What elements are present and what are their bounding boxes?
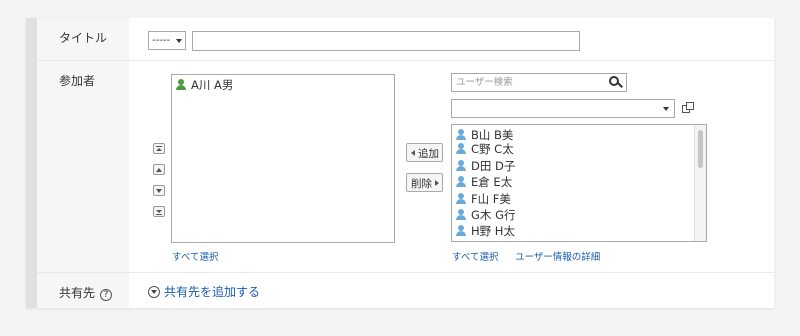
title-prefix-select[interactable]: ----- bbox=[148, 31, 186, 50]
attendees-row: 参加者 A川 A男 追加 削除 B山 B美 C野 C太 D田 D子 bbox=[37, 61, 774, 273]
move-bottom-button[interactable] bbox=[153, 206, 165, 217]
candidate-name: B山 B美 bbox=[471, 128, 514, 142]
caret-down-icon bbox=[663, 107, 669, 111]
arrow-right-icon bbox=[435, 180, 439, 186]
add-button-label: 追加 bbox=[418, 148, 439, 160]
add-share-link[interactable]: 共有先を追加する bbox=[148, 283, 260, 300]
candidate-name: H野 H太 bbox=[471, 224, 515, 239]
group-select[interactable] bbox=[451, 99, 675, 118]
attendees-label: 参加者 bbox=[37, 61, 129, 272]
candidate-users-list[interactable]: B山 B美 C野 C太 D田 D子 E倉 E太 F山 F美 G木 G行 H野 H… bbox=[451, 124, 707, 242]
attendee-name: A川 A男 bbox=[191, 78, 234, 92]
move-top-icon bbox=[156, 145, 162, 151]
scrollbar-thumb[interactable] bbox=[698, 130, 703, 168]
move-up-icon bbox=[156, 167, 162, 172]
search-icon[interactable] bbox=[609, 76, 621, 89]
move-up-button[interactable] bbox=[153, 164, 165, 175]
candidate-name: D田 D子 bbox=[471, 158, 516, 173]
list-item[interactable]: C野 C太 bbox=[452, 141, 706, 157]
share-row: 共有先? 共有先を追加する bbox=[37, 273, 774, 308]
list-item[interactable]: G木 G行 bbox=[452, 207, 706, 223]
user-search-field[interactable] bbox=[451, 73, 627, 92]
candidate-name: E倉 E太 bbox=[471, 175, 513, 190]
candidate-list-scrollbar[interactable] bbox=[694, 125, 706, 241]
circle-chevron-down-icon bbox=[148, 286, 160, 298]
popup-window-icon[interactable] bbox=[682, 102, 694, 114]
title-row: タイトル ----- bbox=[37, 18, 774, 61]
candidate-name: C野 C太 bbox=[471, 142, 514, 157]
list-item[interactable]: B山 B美 bbox=[452, 125, 706, 142]
user-icon bbox=[456, 208, 466, 220]
list-item[interactable]: E倉 E太 bbox=[452, 174, 706, 190]
list-item[interactable]: H野 H太 bbox=[452, 223, 706, 239]
caret-down-icon bbox=[176, 39, 182, 43]
schedule-form: タイトル ----- 参加者 A川 A男 追加 削除 ユーザー検索 B山 B美 … bbox=[26, 18, 774, 308]
user-icon bbox=[456, 159, 466, 171]
add-share-label: 共有先を追加する bbox=[164, 285, 261, 299]
help-icon[interactable]: ? bbox=[100, 289, 113, 301]
select-all-candidates-link[interactable]: すべて選択 bbox=[452, 249, 498, 263]
user-icon bbox=[456, 192, 466, 204]
title-label: タイトル bbox=[37, 18, 129, 60]
remove-button-label: 削除 bbox=[411, 178, 432, 190]
add-button[interactable]: 追加 bbox=[406, 143, 443, 162]
user-icon bbox=[456, 143, 466, 155]
list-item[interactable]: A川 A男 bbox=[172, 75, 394, 92]
move-top-button[interactable] bbox=[153, 143, 165, 154]
user-icon bbox=[176, 79, 186, 90]
list-item[interactable]: F山 F美 bbox=[452, 191, 706, 207]
share-label: 共有先? bbox=[37, 273, 129, 308]
move-down-button[interactable] bbox=[153, 185, 165, 196]
list-item[interactable]: D田 D子 bbox=[452, 158, 706, 174]
select-all-selected-link[interactable]: すべて選択 bbox=[172, 249, 218, 263]
selected-attendees-list[interactable]: A川 A男 bbox=[171, 74, 395, 243]
move-bottom-icon bbox=[156, 209, 162, 215]
title-prefix-value: ----- bbox=[152, 35, 171, 46]
move-down-icon bbox=[156, 188, 162, 193]
user-icon bbox=[456, 129, 466, 140]
user-details-link[interactable]: ユーザー情報の詳細 bbox=[515, 249, 600, 263]
candidate-name: G木 G行 bbox=[471, 207, 516, 222]
arrow-left-icon bbox=[411, 150, 415, 156]
title-input[interactable] bbox=[192, 31, 580, 51]
share-label-text: 共有先 bbox=[59, 286, 96, 300]
user-search-input[interactable] bbox=[452, 74, 602, 91]
remove-button[interactable]: 削除 bbox=[406, 173, 443, 192]
candidate-name: F山 F美 bbox=[471, 191, 511, 206]
user-icon bbox=[456, 176, 466, 188]
user-icon bbox=[456, 225, 466, 237]
